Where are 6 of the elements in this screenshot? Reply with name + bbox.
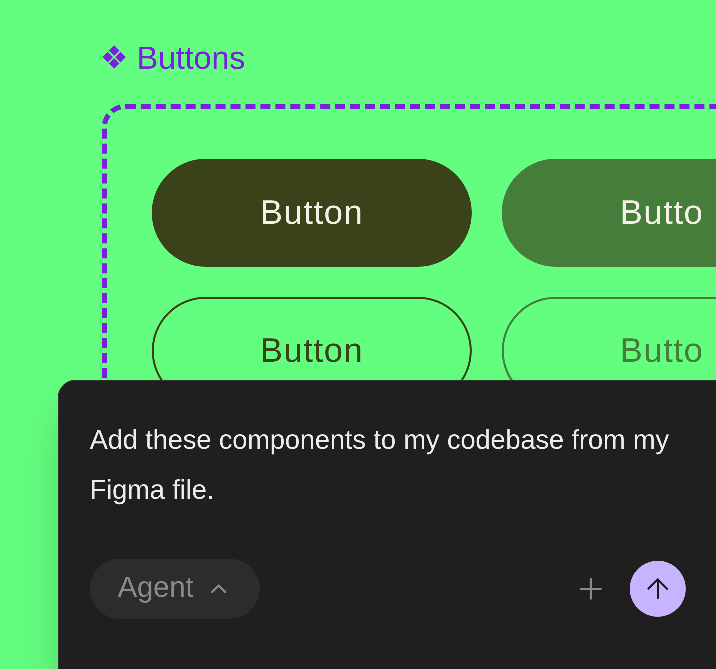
prompt-text: Add these components to my codebase from my Figma file. bbox=[90, 424, 670, 507]
component-title: Buttons bbox=[137, 42, 246, 74]
component-symbol: ❖ bbox=[100, 42, 129, 74]
mode-selector[interactable]: Agent bbox=[90, 559, 260, 619]
component-button[interactable]: Button bbox=[152, 159, 472, 267]
component-button[interactable]: Butto bbox=[502, 159, 716, 267]
